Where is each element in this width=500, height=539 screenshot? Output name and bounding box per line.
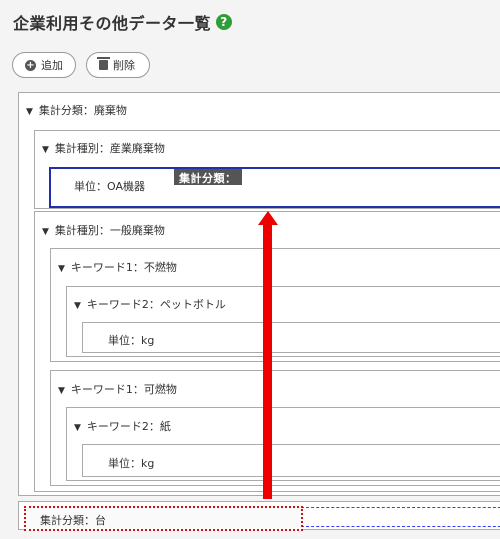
drag-tooltip: 集計分類： (174, 169, 242, 185)
collapse-triangle-icon[interactable]: ▼ (74, 301, 81, 311)
drag-arrow-shaft (263, 224, 272, 499)
tree-item-unit-oa[interactable]: 単位：OA機器 (74, 178, 145, 194)
tree-item-group-dai[interactable]: 集計分類：台 (40, 512, 106, 528)
tree-label: キーワード2：紙 (86, 420, 171, 433)
trash-icon (97, 57, 110, 70)
tree-label: キーワード1：可燃物 (70, 383, 177, 396)
tree-label: 集計分類：台 (40, 514, 106, 527)
tree-label: 集計分類：廃棄物 (38, 104, 127, 117)
add-button-label: 追加 (41, 59, 63, 72)
help-icon[interactable]: ? (216, 14, 233, 30)
plus-icon: + (25, 59, 36, 71)
tree-item-type-industrial[interactable]: ▼ 集計種別：産業廃棄物 (42, 140, 165, 156)
page-title: 企業利用その他データ一覧 ? (13, 10, 233, 34)
tree-item-group-waste[interactable]: ▼ 集計分類：廃棄物 (26, 102, 127, 118)
collapse-triangle-icon[interactable]: ▼ (42, 145, 49, 155)
page-title-text: 企業利用その他データ一覧 (13, 14, 212, 33)
drag-arrow-icon (258, 211, 278, 225)
collapse-triangle-icon[interactable]: ▼ (26, 107, 33, 117)
drop-target-indicator (301, 507, 500, 527)
tree-label: キーワード1：不燃物 (70, 261, 177, 274)
collapse-triangle-icon[interactable]: ▼ (58, 386, 65, 396)
tree-item-kw1-nonburnable[interactable]: ▼ キーワード1：不燃物 (58, 259, 177, 275)
delete-button[interactable]: 削除 (86, 52, 150, 78)
tree-item-kw2-petbottle[interactable]: ▼ キーワード2：ペットボトル (74, 296, 226, 312)
tree-item-unit-kg-1[interactable]: 単位：kg (108, 332, 154, 348)
collapse-triangle-icon[interactable]: ▼ (58, 264, 65, 274)
collapse-triangle-icon[interactable]: ▼ (74, 423, 81, 433)
tree-item-unit-kg-2[interactable]: 単位：kg (108, 455, 154, 471)
collapse-triangle-icon[interactable]: ▼ (42, 227, 49, 237)
tree-label: 集計種別：産業廃棄物 (54, 142, 165, 155)
tree-label: 単位：kg (108, 457, 155, 470)
tree-label: キーワード2：ペットボトル (86, 298, 226, 311)
delete-button-label: 削除 (113, 59, 135, 72)
add-button[interactable]: + 追加 (12, 52, 76, 78)
tree-item-kw1-burnable[interactable]: ▼ キーワード1：可燃物 (58, 381, 177, 397)
tree-label: 単位：OA機器 (74, 180, 145, 193)
tree-label: 集計種別：一般廃棄物 (54, 224, 165, 237)
tree-label: 単位：kg (108, 334, 155, 347)
tree-item-kw2-paper[interactable]: ▼ キーワード2：紙 (74, 418, 171, 434)
tree-item-type-general[interactable]: ▼ 集計種別：一般廃棄物 (42, 222, 165, 238)
